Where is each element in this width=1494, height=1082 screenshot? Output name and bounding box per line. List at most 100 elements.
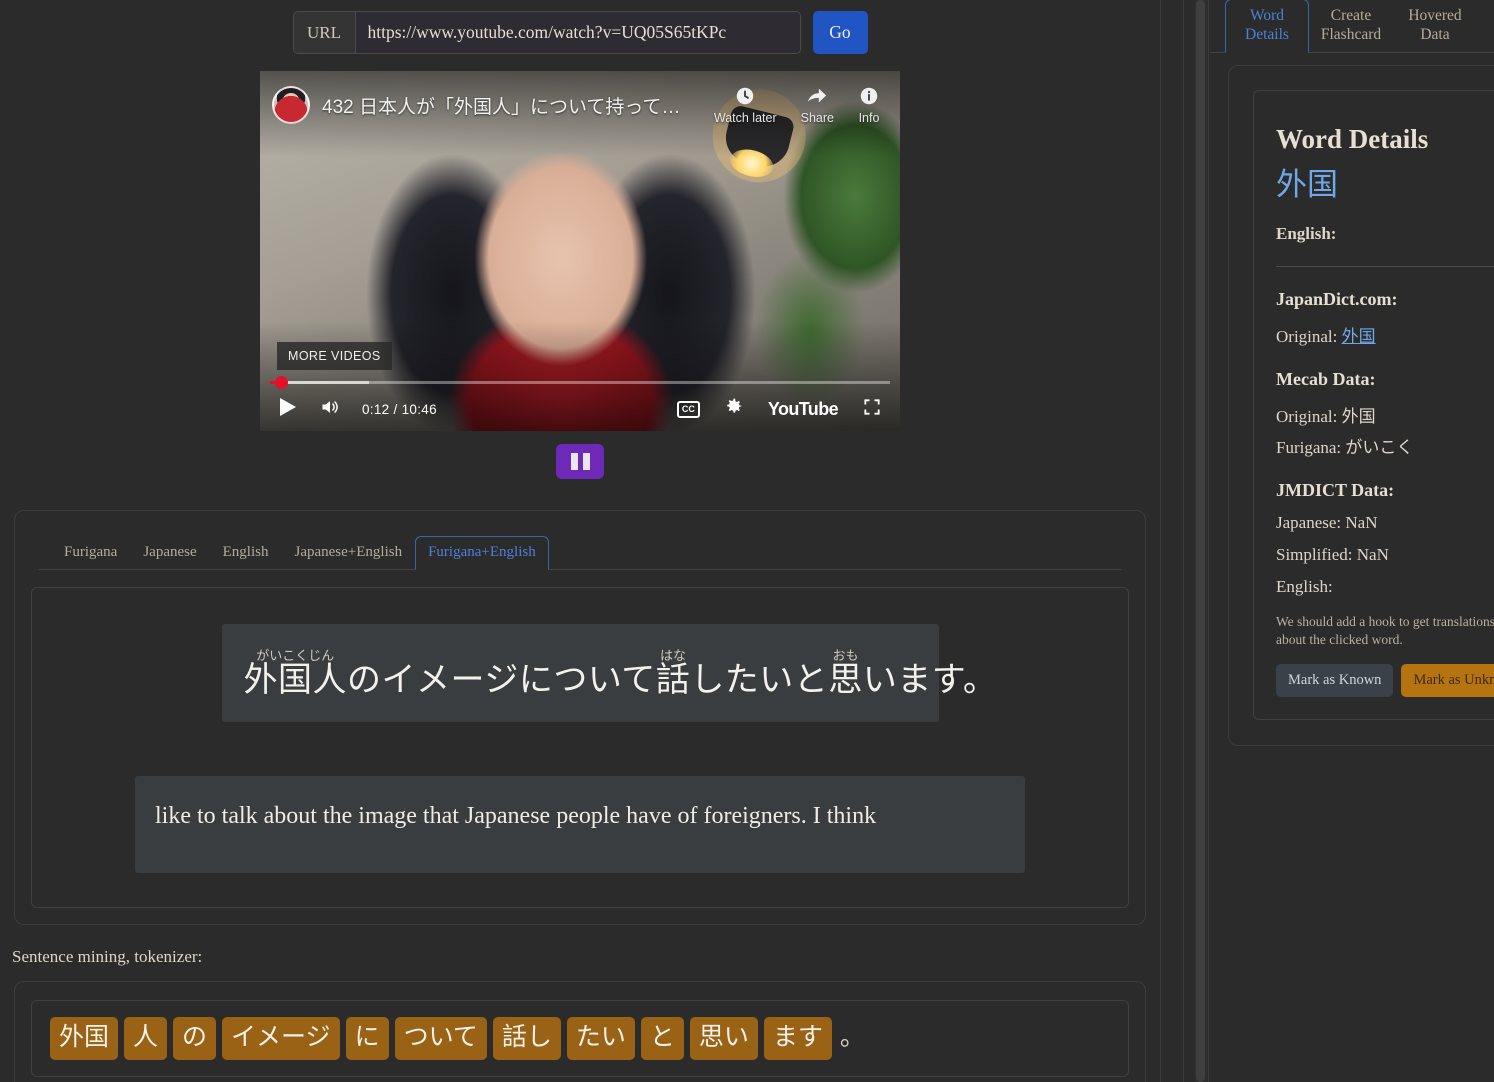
- pause-bar-left: [570, 453, 578, 470]
- more-videos-button[interactable]: MORE VIDEOS: [277, 342, 392, 370]
- panel-divider-left: [1160, 0, 1161, 1082]
- watch-later-button[interactable]: Watch later: [714, 85, 777, 125]
- jmdict-japanese-value: NaN: [1345, 513, 1378, 533]
- playback-toggle-row: [0, 444, 1160, 479]
- token-item[interactable]: と: [640, 1017, 684, 1061]
- tab-japanese-english[interactable]: Japanese+English: [281, 536, 415, 570]
- japanese-subtitle-block[interactable]: 外国人がいこくじんのイメージについて話はなしたいと思おもいます。: [221, 624, 997, 723]
- video-controls-right: CC YouTube: [676, 391, 890, 427]
- mecab-original-row: Original: 外国: [1276, 402, 1494, 427]
- video-progress-bar[interactable]: [270, 376, 890, 389]
- translation-hook-note: We should add a hook to get translations…: [1276, 614, 1494, 648]
- panel-divider-right: [1208, 0, 1209, 1082]
- pause-button[interactable]: [556, 444, 604, 479]
- jmdict-english-row: English:: [1276, 577, 1494, 597]
- tab-furigana-english[interactable]: Furigana+English: [415, 536, 549, 570]
- japanese-sentence: 外国人がいこくじんのイメージについて話はなしたいと思おもいます。: [244, 648, 997, 700]
- token-item[interactable]: の: [173, 1017, 217, 1061]
- japandict-original-label: Original:: [1276, 327, 1338, 347]
- jmdict-english-label: English:: [1276, 577, 1333, 597]
- panel-divider-mid: [1183, 0, 1184, 1082]
- mecab-original-value: 外国: [1341, 407, 1376, 427]
- url-input-group: URL: [292, 11, 801, 54]
- token-item[interactable]: に: [345, 1017, 389, 1061]
- info-button[interactable]: Info: [858, 85, 880, 125]
- japandict-heading: JapanDict.com:: [1276, 289, 1398, 310]
- token-item[interactable]: 人: [124, 1017, 168, 1061]
- tab-english[interactable]: English: [210, 536, 282, 570]
- right-panel: Word Details Create Flashcard Hovered Da…: [1210, 0, 1494, 1082]
- video-time: 0:12 / 10:46: [362, 401, 437, 417]
- gear-icon: [723, 396, 744, 422]
- tab-hovered-data[interactable]: Hovered Data: [1393, 0, 1477, 53]
- ruby-hana[interactable]: 話はな: [656, 648, 691, 699]
- right-panel-tabs: Word Details Create Flashcard Hovered Da…: [1210, 0, 1494, 53]
- english-sentence: like to talk about the image that Japane…: [155, 803, 877, 830]
- youtube-logo[interactable]: YouTube: [768, 399, 839, 420]
- word-details-heading: Word Details: [1276, 124, 1429, 154]
- token-item[interactable]: 話し: [492, 1017, 561, 1061]
- video-controls-left: 0:12 / 10:46: [270, 391, 437, 427]
- channel-avatar[interactable]: [272, 86, 310, 124]
- token-item[interactable]: たい: [566, 1017, 635, 1061]
- youtube-player[interactable]: 432 日本人が「外国人」について持って… Watch later Share …: [260, 71, 900, 431]
- word-details-english-label: English:: [1276, 224, 1337, 244]
- jmdict-heading: JMDICT Data:: [1276, 480, 1395, 501]
- english-subtitle-block[interactable]: like to talk about the image that Japane…: [135, 776, 1025, 874]
- mark-as-unknown-button[interactable]: Mark as Unknown: [1401, 663, 1494, 697]
- go-button[interactable]: Go: [812, 11, 868, 54]
- token-item[interactable]: 思い: [689, 1017, 758, 1061]
- volume-icon: [319, 397, 341, 422]
- japandict-original-row: Original: 外国: [1276, 322, 1494, 347]
- tokenizer-card: 外国 人 の イメージ に ついて 話し たい と 思い ます 。: [14, 981, 1146, 1082]
- jp-seg-3[interactable]: したいと: [690, 662, 828, 699]
- jmdict-simplified-row: Simplified: NaN: [1276, 545, 1494, 565]
- main-column: URL Go 432 日本人が「外国人」について持って…: [0, 0, 1160, 1082]
- play-button[interactable]: [270, 391, 306, 427]
- url-input[interactable]: [355, 12, 800, 53]
- captions-button[interactable]: CC: [676, 400, 700, 418]
- word-details-card: Word Details 外国 English: JapanDict.com: …: [1228, 65, 1494, 746]
- fullscreen-icon: [862, 397, 882, 422]
- pause-bar-right: [582, 453, 590, 470]
- video-header: 432 日本人が「外国人」について持って… Watch later Share …: [272, 85, 888, 125]
- tokenizer-token-list: 外国 人 の イメージ に ついて 話し たい と 思い ます 。: [31, 1000, 1129, 1078]
- url-bar: URL Go: [0, 0, 1160, 54]
- tab-create-flashcard[interactable]: Create Flashcard: [1309, 0, 1393, 53]
- jp-seg-5[interactable]: います。: [863, 662, 998, 699]
- mark-as-known-button[interactable]: Mark as Known: [1276, 663, 1394, 697]
- word-details-content: Word Details 外国 English: JapanDict.com: …: [1253, 90, 1494, 720]
- token-item[interactable]: イメージ: [222, 1017, 340, 1061]
- video-controls: 0:12 / 10:46 CC YouTube: [260, 387, 900, 431]
- jmdict-japanese-row: Japanese: NaN: [1276, 513, 1494, 533]
- share-button[interactable]: Share: [801, 85, 834, 125]
- ruby-omo[interactable]: 思おも: [828, 648, 863, 699]
- tab-japanese[interactable]: Japanese: [130, 536, 209, 570]
- word-details-word[interactable]: 外国: [1276, 167, 1494, 202]
- video-actions: Watch later Share Info: [714, 85, 880, 125]
- subtitle-card: Furigana Japanese English Japanese+Engli…: [14, 510, 1146, 926]
- info-label: Info: [858, 111, 880, 125]
- fullscreen-button[interactable]: [854, 391, 890, 427]
- ruby-gaikokujin[interactable]: 外国人がいこくじん: [244, 648, 348, 699]
- word-details-divider: [1276, 266, 1494, 268]
- token-item[interactable]: ついて: [394, 1017, 487, 1061]
- token-item[interactable]: ます: [763, 1017, 832, 1061]
- tab-furigana[interactable]: Furigana: [51, 536, 130, 570]
- settings-button[interactable]: [716, 391, 752, 427]
- jp-seg-1[interactable]: のイメージについて: [347, 662, 656, 699]
- mecab-heading: Mecab Data:: [1276, 369, 1376, 390]
- jmdict-japanese-label: Japanese:: [1276, 513, 1342, 533]
- video-title[interactable]: 432 日本人が「外国人」について持って…: [322, 92, 702, 119]
- mecab-furigana-row: Furigana: がいこく: [1276, 433, 1494, 458]
- tokenizer-label: Sentence mining, tokenizer:: [12, 947, 203, 967]
- jmdict-simplified-value: NaN: [1356, 545, 1389, 565]
- volume-button[interactable]: [312, 391, 348, 427]
- token-item[interactable]: 外国: [50, 1017, 119, 1061]
- tab-word-details[interactable]: Word Details: [1225, 0, 1309, 53]
- url-label: URL: [293, 12, 356, 53]
- japandict-original-link[interactable]: 外国: [1342, 327, 1376, 346]
- page-scrollbar-thumb[interactable]: [1196, 0, 1205, 1082]
- word-action-buttons: Mark as Known Mark as Unknown: [1276, 663, 1494, 697]
- subtitle-mode-tabs: Furigana Japanese English Japanese+Engli…: [39, 536, 1121, 570]
